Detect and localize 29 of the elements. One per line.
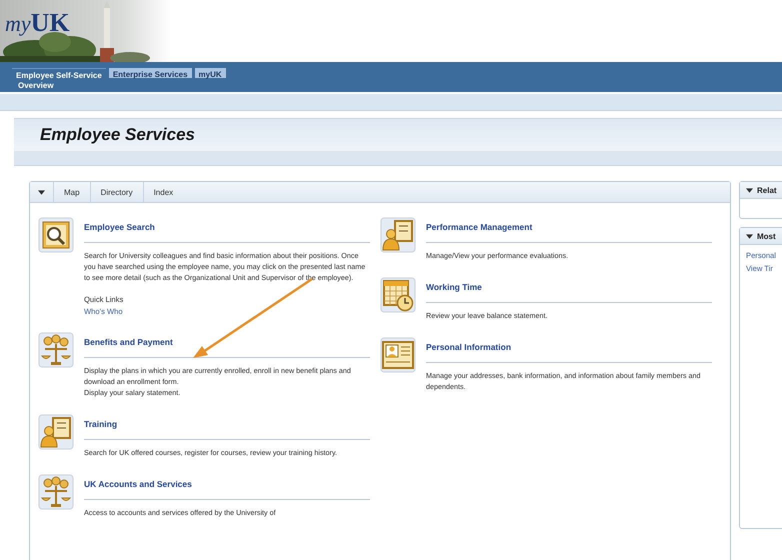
panel-tab[interactable]: Map [53, 182, 90, 202]
collapse-icon[interactable] [746, 234, 753, 238]
scales-coins-icon [38, 474, 74, 510]
nav-tab[interactable]: myUK [194, 68, 226, 78]
nav-tab[interactable]: Enterprise Services [108, 68, 192, 78]
magnifier-document-icon [38, 217, 74, 253]
service-title-link[interactable]: Working Time [426, 282, 482, 292]
person-board-icon [38, 414, 74, 450]
collapse-icon[interactable] [38, 190, 45, 194]
collapse-icon[interactable] [746, 188, 753, 192]
service-title-link[interactable]: Employee Search [84, 222, 155, 232]
service-title-link[interactable]: UK Accounts and Services [84, 479, 192, 489]
person-board-icon [380, 217, 416, 253]
side-panel-title: Relat [757, 186, 777, 194]
service-title-link[interactable]: Personal Information [426, 342, 512, 352]
scales-coins-icon [38, 332, 74, 368]
page-title: Employee Services [40, 125, 195, 145]
id-card-icon [380, 337, 416, 373]
panel-tab[interactable]: Directory [90, 182, 143, 202]
calendar-clock-icon [380, 277, 416, 313]
nav-tab[interactable]: Employee Self-Service [12, 68, 106, 78]
subnav-link[interactable]: Overview [18, 80, 54, 90]
service-title-link[interactable]: Training [84, 419, 118, 429]
service-title-link[interactable]: Performance Management [426, 222, 532, 232]
side-panel-title: Most [757, 232, 776, 240]
panel-tab[interactable]: Index [142, 182, 184, 202]
logo-text: UK [30, 8, 70, 38]
service-title-link[interactable]: Benefits and Payment [84, 337, 173, 347]
logo-text: my [5, 11, 31, 37]
